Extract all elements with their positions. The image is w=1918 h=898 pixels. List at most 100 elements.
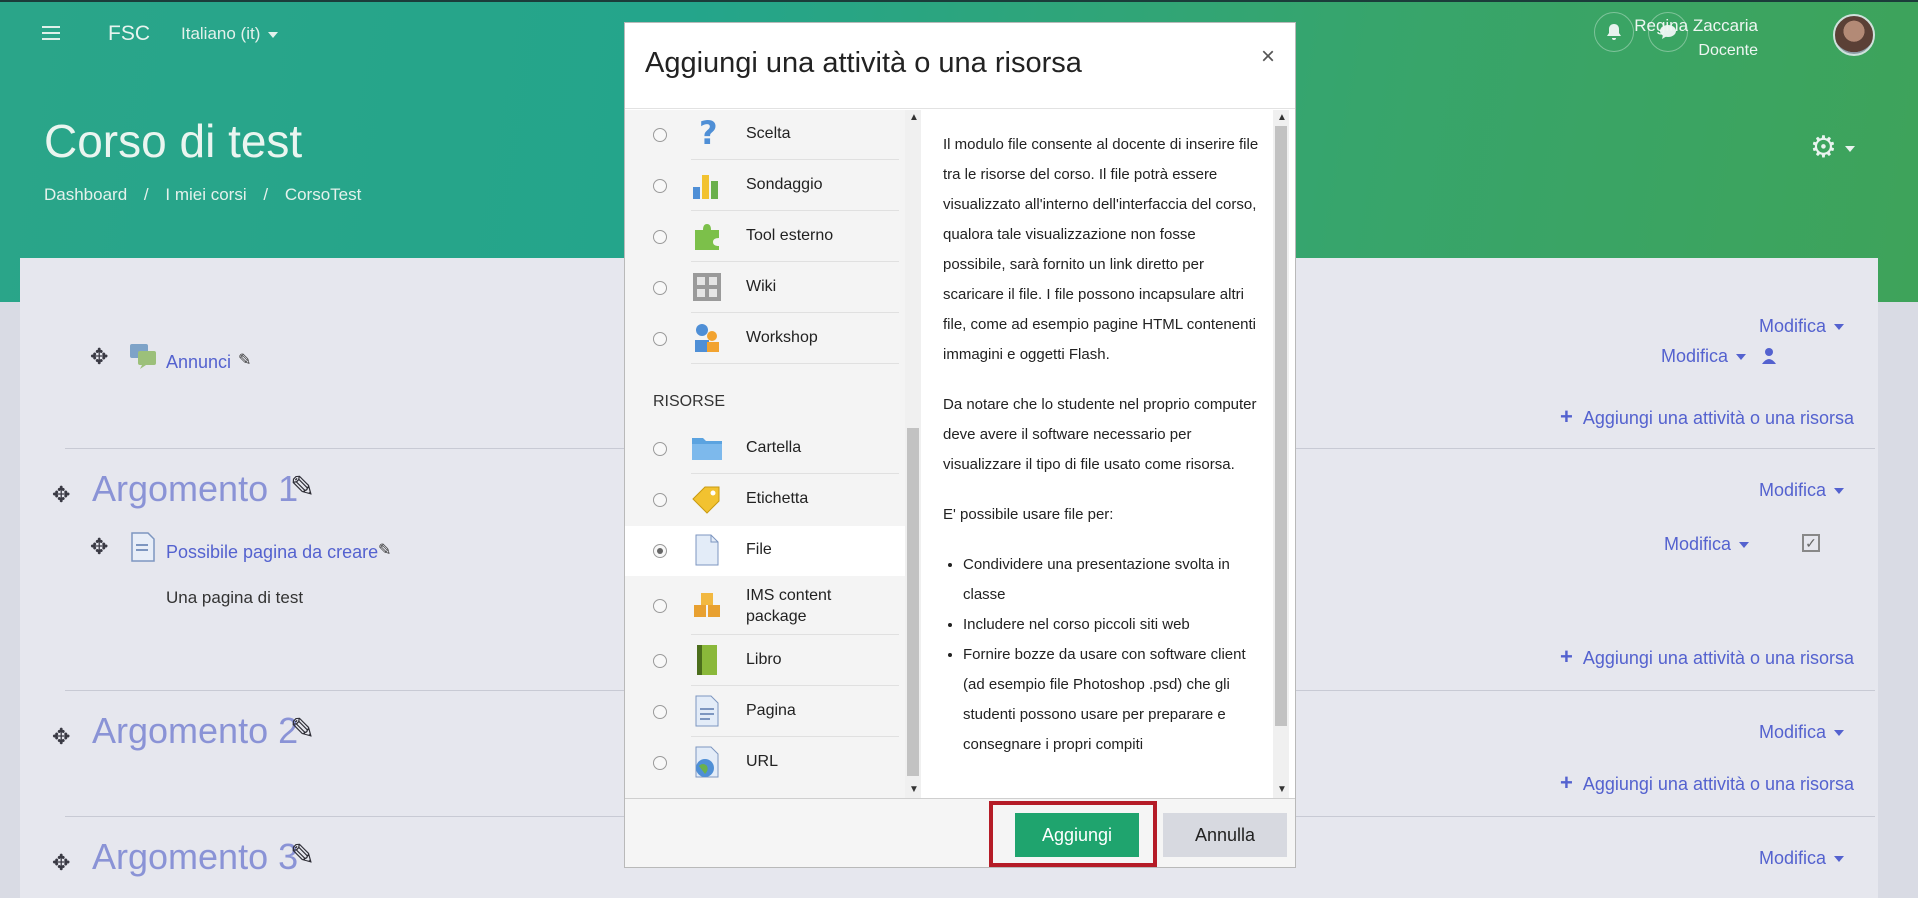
move-icon[interactable]: ✥: [90, 344, 108, 370]
option-pagina[interactable]: Pagina: [625, 687, 905, 737]
option-label: Sondaggio: [746, 176, 823, 193]
page-icon: [131, 532, 155, 562]
scrollbar-thumb[interactable]: [907, 428, 919, 776]
option-tool-esterno[interactable]: Tool esterno: [625, 212, 905, 262]
breadcrumb-my-courses[interactable]: I miei corsi: [165, 185, 246, 204]
option-label: Wiki: [746, 278, 777, 295]
site-brand[interactable]: FSC: [108, 22, 150, 46]
edit-section-pencil-icon[interactable]: ✎: [290, 470, 315, 505]
user-icon[interactable]: [1762, 348, 1776, 364]
option-cartella[interactable]: Cartella: [625, 424, 905, 474]
radio-url[interactable]: [653, 756, 667, 770]
add-activity-link-1[interactable]: + Aggiungi una attività o una risorsa: [1560, 644, 1854, 670]
option-ims-content-package[interactable]: IMS content package: [625, 577, 905, 635]
description-scrollbar[interactable]: ▲ ▼: [1273, 110, 1289, 800]
breadcrumb-separator: /: [263, 185, 269, 204]
add-button[interactable]: Aggiungi: [1015, 813, 1139, 857]
puzzle-icon: [691, 220, 723, 252]
scroll-up-arrow[interactable]: ▲: [1277, 112, 1287, 123]
section-title-2[interactable]: Argomento 2: [92, 710, 298, 752]
divider: [691, 363, 899, 364]
language-menu[interactable]: Italiano (it): [181, 24, 279, 44]
breadcrumb-dashboard[interactable]: Dashboard: [44, 185, 127, 204]
edit-menu-label: Modifica: [1759, 722, 1827, 742]
edit-menu-section-1[interactable]: Modifica: [1759, 480, 1845, 501]
radio-sondaggio[interactable]: [653, 179, 667, 193]
cancel-button[interactable]: Annulla: [1163, 813, 1287, 857]
add-activity-label: Aggiungi una attività o una risorsa: [1582, 408, 1855, 428]
menu-icon[interactable]: [42, 26, 60, 42]
description-paragraph: E' possibile usare file per:: [943, 506, 1114, 523]
breadcrumb-separator: /: [143, 185, 149, 204]
radio-etichetta[interactable]: [653, 493, 667, 507]
section-title-3[interactable]: Argomento 3: [92, 836, 298, 878]
description-paragraph: Da notare che lo studente nel proprio co…: [943, 396, 1257, 473]
move-icon[interactable]: ✥: [52, 724, 70, 750]
move-icon[interactable]: ✥: [52, 482, 70, 508]
page-activity-link[interactable]: Possibile pagina da creare: [166, 542, 378, 563]
avatar[interactable]: [1833, 14, 1875, 56]
option-url[interactable]: URL: [625, 738, 905, 788]
edit-menu-announcements[interactable]: Modifica: [1661, 346, 1747, 367]
breadcrumb-course[interactable]: CorsoTest: [285, 185, 362, 204]
radio-scelta[interactable]: [653, 128, 667, 142]
language-label: Italiano (it): [181, 24, 261, 43]
radio-wiki[interactable]: [653, 281, 667, 295]
option-etichetta[interactable]: Etichetta: [625, 475, 905, 525]
chevron-down-icon: [1834, 730, 1845, 737]
completion-checkbox[interactable]: ✓: [1802, 534, 1820, 552]
scroll-down-arrow[interactable]: ▼: [1277, 784, 1287, 795]
edit-menu-section-2[interactable]: Modifica: [1759, 722, 1845, 743]
edit-section-pencil-icon[interactable]: ✎: [290, 712, 315, 747]
radio-file[interactable]: [653, 544, 667, 558]
edit-menu-label: Modifica: [1661, 346, 1729, 366]
scroll-up-arrow[interactable]: ▲: [909, 112, 919, 123]
announcements-link[interactable]: Annunci: [166, 352, 231, 373]
scrollbar-thumb[interactable]: [1275, 126, 1287, 726]
option-libro[interactable]: Libro: [625, 636, 905, 686]
move-icon[interactable]: ✥: [90, 534, 108, 560]
user-name[interactable]: Regina Zaccaria: [1634, 16, 1758, 36]
edit-title-pencil-icon[interactable]: ✎: [378, 540, 391, 560]
add-activity-link-0[interactable]: + Aggiungi una attività o una risorsa: [1560, 404, 1854, 430]
radio-tool-esterno[interactable]: [653, 230, 667, 244]
option-description: Il modulo file consente al docente di in…: [923, 110, 1289, 800]
option-label: Workshop: [746, 329, 818, 346]
option-scelta[interactable]: ? Scelta: [625, 110, 905, 160]
add-activity-link-2[interactable]: + Aggiungi una attività o una risorsa: [1560, 770, 1854, 796]
chevron-down-icon: [268, 31, 279, 38]
radio-workshop[interactable]: [653, 332, 667, 346]
radio-ims-content-package[interactable]: [653, 599, 667, 613]
radio-libro[interactable]: [653, 654, 667, 668]
edit-menu-section-3[interactable]: Modifica: [1759, 848, 1845, 869]
radio-pagina[interactable]: [653, 705, 667, 719]
plus-icon: +: [1560, 644, 1573, 669]
notifications-button[interactable]: [1594, 12, 1634, 52]
option-file[interactable]: File: [625, 526, 921, 576]
option-wiki[interactable]: Wiki: [625, 263, 905, 313]
divider: [691, 736, 899, 737]
radio-cartella[interactable]: [653, 442, 667, 456]
option-label: URL: [746, 753, 779, 770]
section-title-1[interactable]: Argomento 1: [92, 468, 298, 510]
description-paragraph: Il modulo file consente al docente di in…: [943, 136, 1259, 363]
book-icon: [691, 644, 723, 676]
chevron-down-icon: [1834, 856, 1845, 863]
option-workshop[interactable]: Workshop: [625, 314, 905, 364]
close-icon[interactable]: ×: [1261, 43, 1275, 71]
edit-title-pencil-icon[interactable]: ✎: [238, 350, 251, 370]
edit-menu-page[interactable]: Modifica: [1664, 534, 1750, 555]
edit-section-pencil-icon[interactable]: ✎: [290, 838, 315, 873]
activity-options-list[interactable]: ? Scelta Sondaggio Tool esterno Wiki Wor…: [625, 110, 921, 800]
course-settings-menu[interactable]: ⚙: [1810, 130, 1855, 165]
chevron-down-icon: [1834, 324, 1845, 331]
move-icon[interactable]: ✥: [52, 850, 70, 876]
folder-icon: [691, 432, 723, 464]
edit-menu-section-0[interactable]: Modifica: [1759, 316, 1845, 337]
options-scrollbar[interactable]: ▲ ▼: [905, 110, 921, 800]
option-label: Pagina: [746, 702, 796, 719]
description-bullet: Includere nel corso piccoli siti web: [963, 610, 1261, 640]
option-sondaggio[interactable]: Sondaggio: [625, 161, 905, 211]
scroll-down-arrow[interactable]: ▼: [909, 784, 919, 795]
divider: [691, 261, 899, 262]
